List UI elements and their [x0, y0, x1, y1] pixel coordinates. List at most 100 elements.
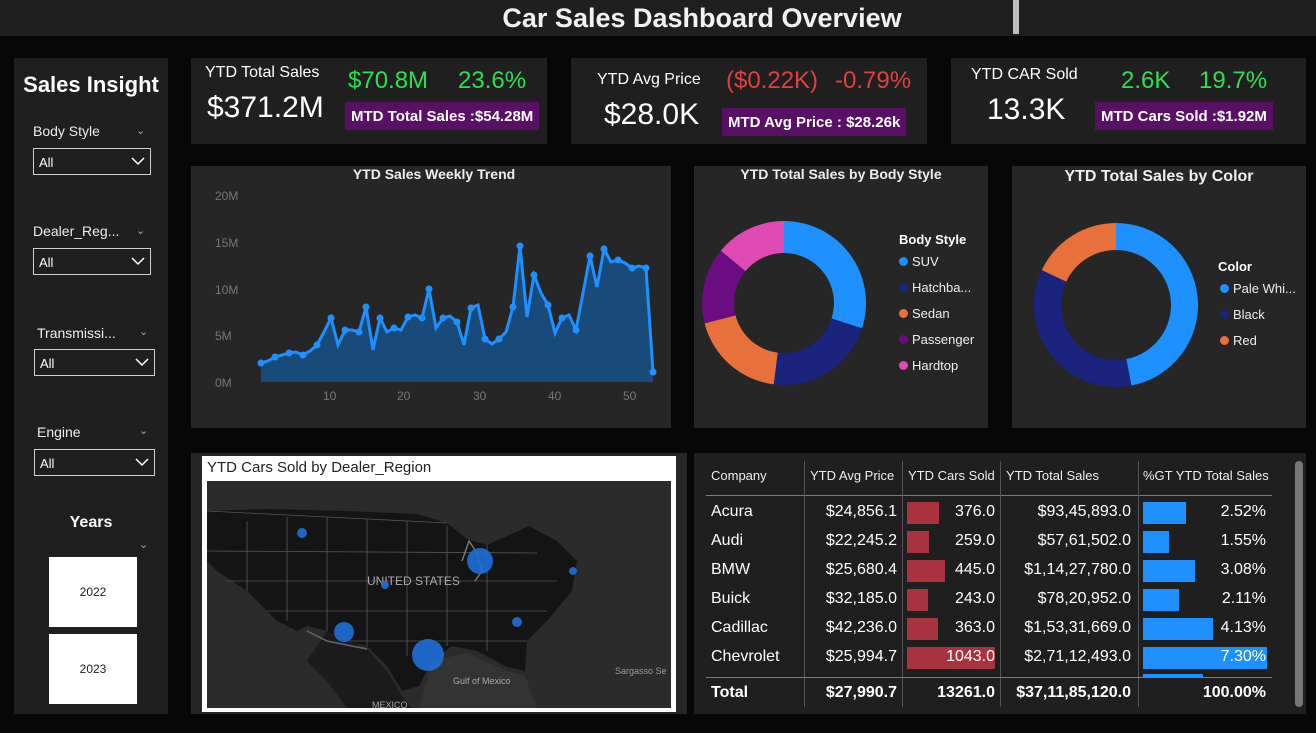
- body-style-dropdown[interactable]: All: [33, 148, 151, 175]
- legend-dot: [899, 309, 908, 318]
- total-sales: $37,11,85,120.0: [1016, 684, 1131, 701]
- chevron-down-icon: [135, 358, 149, 367]
- map-bubble[interactable]: [381, 581, 389, 589]
- chevron-down-icon[interactable]: ⌄: [139, 325, 148, 338]
- legend-item[interactable]: Pale Whi...: [1220, 281, 1296, 296]
- kpi-delta-abs: ($0.22K): [726, 67, 819, 94]
- column-header[interactable]: Company: [711, 468, 767, 483]
- chevron-down-icon[interactable]: ⌄: [139, 424, 148, 437]
- company-cell: Buick: [711, 590, 751, 607]
- scrollbar-thumb[interactable]: [1295, 461, 1303, 707]
- kpi-card-cars-sold: YTD CAR Sold 13.3K 2.6K 19.7% MTD Cars S…: [951, 58, 1306, 144]
- company-cell: Acura: [711, 503, 753, 520]
- donut-slice[interactable]: [784, 221, 866, 329]
- legend-item[interactable]: Passenger: [899, 332, 974, 347]
- pct-cell: 2.11%: [1221, 590, 1266, 607]
- kpi-delta-pct: -0.79%: [835, 67, 912, 94]
- company-cell: Cadillac: [711, 619, 768, 636]
- year-tile-2023[interactable]: 2023: [49, 634, 137, 704]
- kpi-value: $371.2M: [207, 91, 324, 124]
- map-bubble[interactable]: [512, 617, 522, 627]
- legend-label: Red: [1233, 333, 1257, 348]
- column-divider: [902, 461, 903, 707]
- map-view[interactable]: UNITED STATES Gulf of Mexico MEXICO Sarg…: [207, 481, 671, 708]
- donut-slice[interactable]: [1034, 270, 1132, 387]
- map-title: YTD Cars Sold by Dealer_Region: [207, 459, 432, 476]
- map-bubble[interactable]: [467, 548, 493, 574]
- avg-price-cell: $24,856.1: [825, 503, 897, 520]
- column-header[interactable]: YTD Avg Price: [810, 468, 894, 483]
- donut-slice[interactable]: [1116, 223, 1198, 386]
- total-sales-cell: $57,61,502.0: [1037, 532, 1131, 549]
- year-tile-2022[interactable]: 2022: [49, 557, 137, 627]
- column-divider: [1000, 461, 1001, 707]
- cars-sold-cell: 445.0: [954, 561, 995, 578]
- donut-slice[interactable]: [1041, 223, 1116, 282]
- legend-item[interactable]: SUV: [899, 254, 939, 269]
- mtd-badge: MTD Avg Price : $28.26k: [722, 108, 907, 136]
- legend-label: Hatchba...: [912, 280, 972, 295]
- avg-price-cell: $25,680.4: [825, 561, 897, 578]
- title-divider: [1013, 0, 1019, 34]
- dealer-region-dropdown[interactable]: All: [33, 248, 151, 275]
- chevron-down-icon: [131, 157, 145, 166]
- legend-item[interactable]: Sedan: [899, 306, 950, 321]
- total-sales-cell: $93,45,893.0: [1037, 503, 1131, 520]
- total-sales-cell: $78,20,952.0: [1037, 590, 1131, 607]
- legend-item[interactable]: Black: [1220, 307, 1265, 322]
- kpi-delta-abs: $70.8M: [348, 67, 429, 94]
- title-bar: Car Sales Dashboard Overview: [0, 0, 1316, 36]
- column-header[interactable]: YTD Total Sales: [1006, 468, 1099, 483]
- years-label: Years: [69, 514, 113, 531]
- kpi-delta-abs: 2.6K: [1121, 67, 1171, 94]
- dropdown-value: All: [39, 155, 54, 170]
- body-style-donut: [702, 221, 866, 385]
- sidebar: Sales Insight Body Style ⌄ All Dealer_Re…: [14, 58, 168, 714]
- column-divider: [804, 461, 805, 707]
- legend-label: Passenger: [912, 332, 975, 347]
- mtd-badge: MTD Total Sales :$54.28M: [345, 102, 540, 130]
- legend-label: Sedan: [912, 306, 950, 321]
- weekly-trend-area: [257, 242, 657, 382]
- transmission-dropdown[interactable]: All: [34, 349, 155, 376]
- legend-dot: [899, 361, 908, 370]
- map-label-sea: Sargasso Se: [615, 666, 667, 676]
- chevron-down-icon[interactable]: ⌄: [136, 124, 145, 137]
- donut-slice[interactable]: [773, 318, 862, 385]
- legend-label: SUV: [912, 254, 939, 269]
- map-bubble[interactable]: [412, 639, 444, 671]
- map-card: YTD Cars Sold by Dealer_Region UNITED ST…: [202, 456, 676, 712]
- legend-item[interactable]: Hatchba...: [899, 280, 971, 295]
- kpi-label: YTD CAR Sold: [971, 66, 1078, 83]
- donut-slice[interactable]: [704, 315, 778, 385]
- total-sales-cell: $1,53,31,669.0: [1024, 619, 1131, 636]
- chevron-down-icon: [135, 458, 149, 467]
- map-bubble[interactable]: [334, 622, 354, 642]
- column-header[interactable]: %GT YTD Total Sales: [1143, 468, 1269, 483]
- map-label-country: UNITED STATES: [367, 574, 460, 588]
- page-title: Car Sales Dashboard Overview: [502, 3, 902, 33]
- scrollbar[interactable]: [1295, 461, 1303, 707]
- legend-title: Body Style: [899, 232, 967, 247]
- total-divider: [706, 677, 1272, 678]
- total-avg: $27,990.7: [825, 684, 897, 701]
- column-header[interactable]: YTD Cars Sold: [908, 468, 995, 483]
- dropdown-value: All: [39, 255, 54, 270]
- map-bubble[interactable]: [569, 567, 577, 575]
- slicer-label-body-style: Body Style: [33, 123, 100, 139]
- legend-item[interactable]: Red: [1220, 333, 1257, 348]
- map-label-gulf: Gulf of Mexico: [453, 676, 511, 686]
- legend-dot: [899, 283, 908, 292]
- chevron-down-icon[interactable]: ⌄: [139, 538, 148, 551]
- legend-dot: [1220, 284, 1229, 293]
- kpi-label: YTD Avg Price: [597, 71, 701, 88]
- total-sold: 13261.0: [937, 684, 995, 701]
- chevron-down-icon[interactable]: ⌄: [136, 224, 145, 237]
- map-bubble[interactable]: [297, 528, 307, 538]
- legend-dot: [1220, 336, 1229, 345]
- company-cell: Audi: [711, 532, 744, 549]
- engine-dropdown[interactable]: All: [34, 449, 155, 476]
- legend-item[interactable]: Hardtop: [899, 358, 958, 373]
- legend-dot: [899, 335, 908, 344]
- avg-price-cell: $25,994.7: [825, 648, 897, 665]
